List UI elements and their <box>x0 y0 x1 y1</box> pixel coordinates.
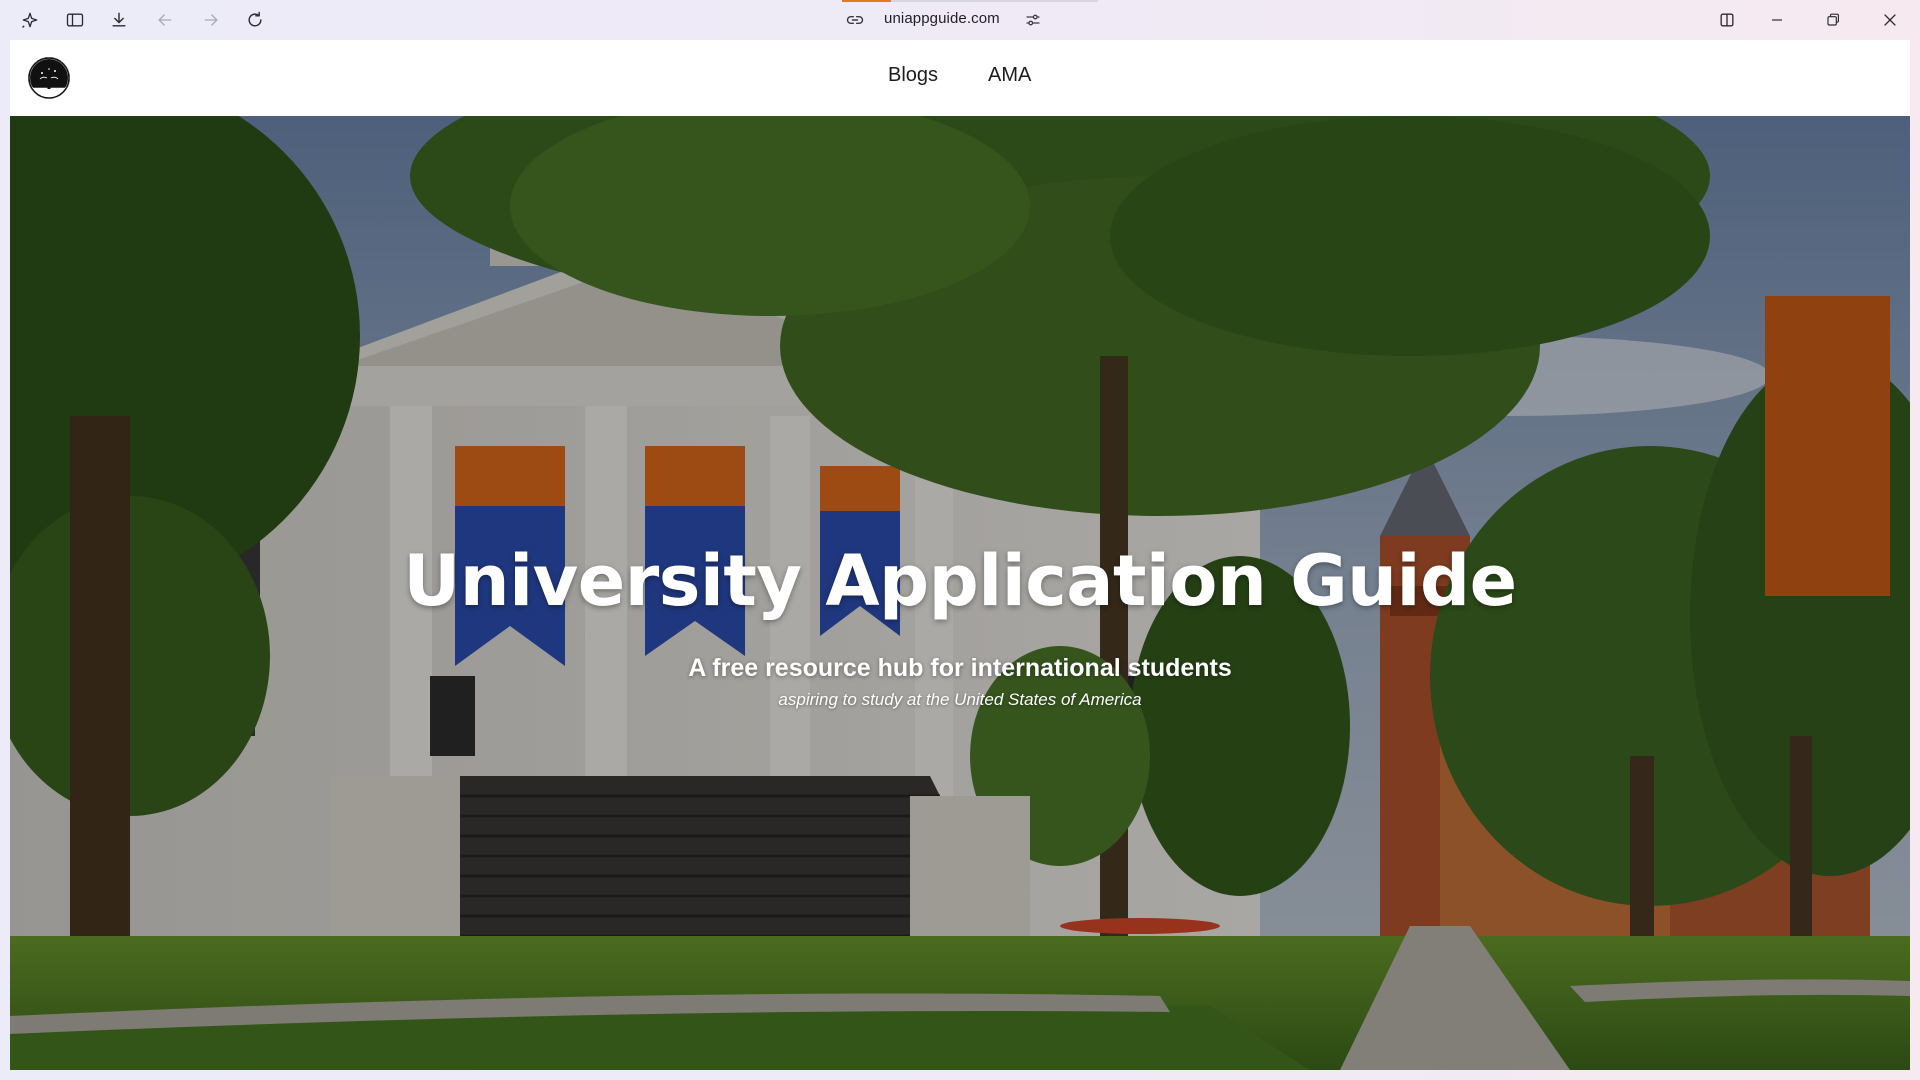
page-load-progress-fill <box>842 0 891 2</box>
hero-tagline: aspiring to study at the United States o… <box>778 690 1142 709</box>
address-bar[interactable]: uniappguide.com <box>828 0 1114 40</box>
close-icon[interactable] <box>1875 6 1905 34</box>
ai-sparkle-icon[interactable] <box>15 6 45 34</box>
minimize-icon[interactable] <box>1762 6 1792 34</box>
hero-subtitle: A free resource hub for international st… <box>688 654 1232 682</box>
split-view-icon[interactable] <box>1712 6 1742 34</box>
tune-icon[interactable] <box>1022 9 1044 31</box>
restore-icon[interactable] <box>1818 6 1848 34</box>
sidebar-toggle-icon[interactable] <box>60 6 90 34</box>
reload-icon[interactable] <box>240 6 270 34</box>
forward-arrow-icon[interactable] <box>196 6 226 34</box>
site-header: Blogs AMA <box>10 40 1910 116</box>
page-load-progress <box>842 0 1098 2</box>
back-arrow-icon[interactable] <box>150 6 180 34</box>
page-viewport: Blogs AMA University Application Guide A… <box>10 40 1910 1070</box>
link-icon[interactable] <box>844 10 866 30</box>
hero-content: University Application Guide A free reso… <box>10 116 1910 1070</box>
hero-title: University Application Guide <box>403 540 1517 622</box>
nav-link-blogs[interactable]: Blogs <box>888 64 938 87</box>
tree-logo-icon[interactable] <box>28 57 70 99</box>
download-icon[interactable] <box>104 6 134 34</box>
main-nav: Blogs AMA <box>888 64 1031 87</box>
hero-section: University Application Guide A free reso… <box>10 116 1910 1070</box>
url-text[interactable]: uniappguide.com <box>884 10 1000 27</box>
browser-toolbar: uniappguide.com <box>0 0 1920 40</box>
nav-link-ama[interactable]: AMA <box>988 64 1031 87</box>
